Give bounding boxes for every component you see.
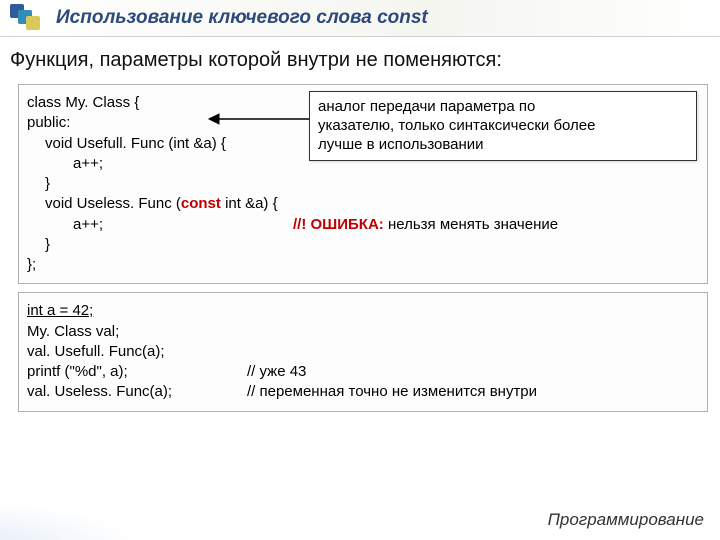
code-line: printf ("%d", a); // уже 43 bbox=[27, 362, 701, 382]
code-block-class: class My. Class { public: void Usefull. … bbox=[18, 84, 708, 284]
callout-line: лучше в использовании bbox=[318, 136, 688, 155]
slide-header: Использование ключевого слова const bbox=[0, 0, 720, 37]
code-text: void Useless. Func ( bbox=[45, 195, 181, 212]
code-text: нельзя менять значение bbox=[384, 216, 558, 233]
slide-title: Использование ключевого слова const bbox=[56, 7, 428, 29]
slide-subtitle: Функция, параметры которой внутри не пом… bbox=[0, 37, 720, 80]
callout-line: аналог передачи параметра по bbox=[318, 98, 688, 117]
error-label: //! ОШИБКА: bbox=[293, 216, 384, 233]
code-line: val. Usefull. Func(a); bbox=[27, 342, 701, 362]
code-text: val. Useless. Func(a); bbox=[27, 382, 247, 402]
code-text: int &a) { bbox=[221, 195, 278, 212]
code-line: val. Useless. Func(a); // переменная точ… bbox=[27, 382, 701, 402]
callout-line: указателю, только синтаксически более bbox=[318, 117, 688, 136]
logo-icon bbox=[10, 4, 46, 32]
const-keyword: const bbox=[181, 195, 221, 212]
code-comment: // переменная точно не изменится внутри bbox=[247, 382, 701, 402]
code-block-usage: int a = 42; My. Class val; val. Usefull.… bbox=[18, 292, 708, 411]
code-text: printf ("%d", a); bbox=[27, 362, 247, 382]
code-comment: // уже 43 bbox=[247, 362, 701, 382]
callout-box: аналог передачи параметра по указателю, … bbox=[309, 91, 697, 161]
code-line: void Useless. Func (const int &a) { bbox=[27, 194, 701, 214]
code-text: a++; bbox=[73, 216, 103, 233]
code-line: }; bbox=[27, 255, 701, 275]
code-line: My. Class val; bbox=[27, 322, 701, 342]
footer-label: Программирование bbox=[548, 510, 704, 530]
code-line: a++; //! ОШИБКА: нельзя менять значение bbox=[27, 215, 701, 235]
arrow-icon bbox=[207, 111, 315, 127]
code-line: } bbox=[27, 235, 701, 255]
code-line: int a = 42; bbox=[27, 301, 701, 321]
code-line: } bbox=[27, 174, 701, 194]
decorative-swoosh bbox=[0, 460, 280, 540]
